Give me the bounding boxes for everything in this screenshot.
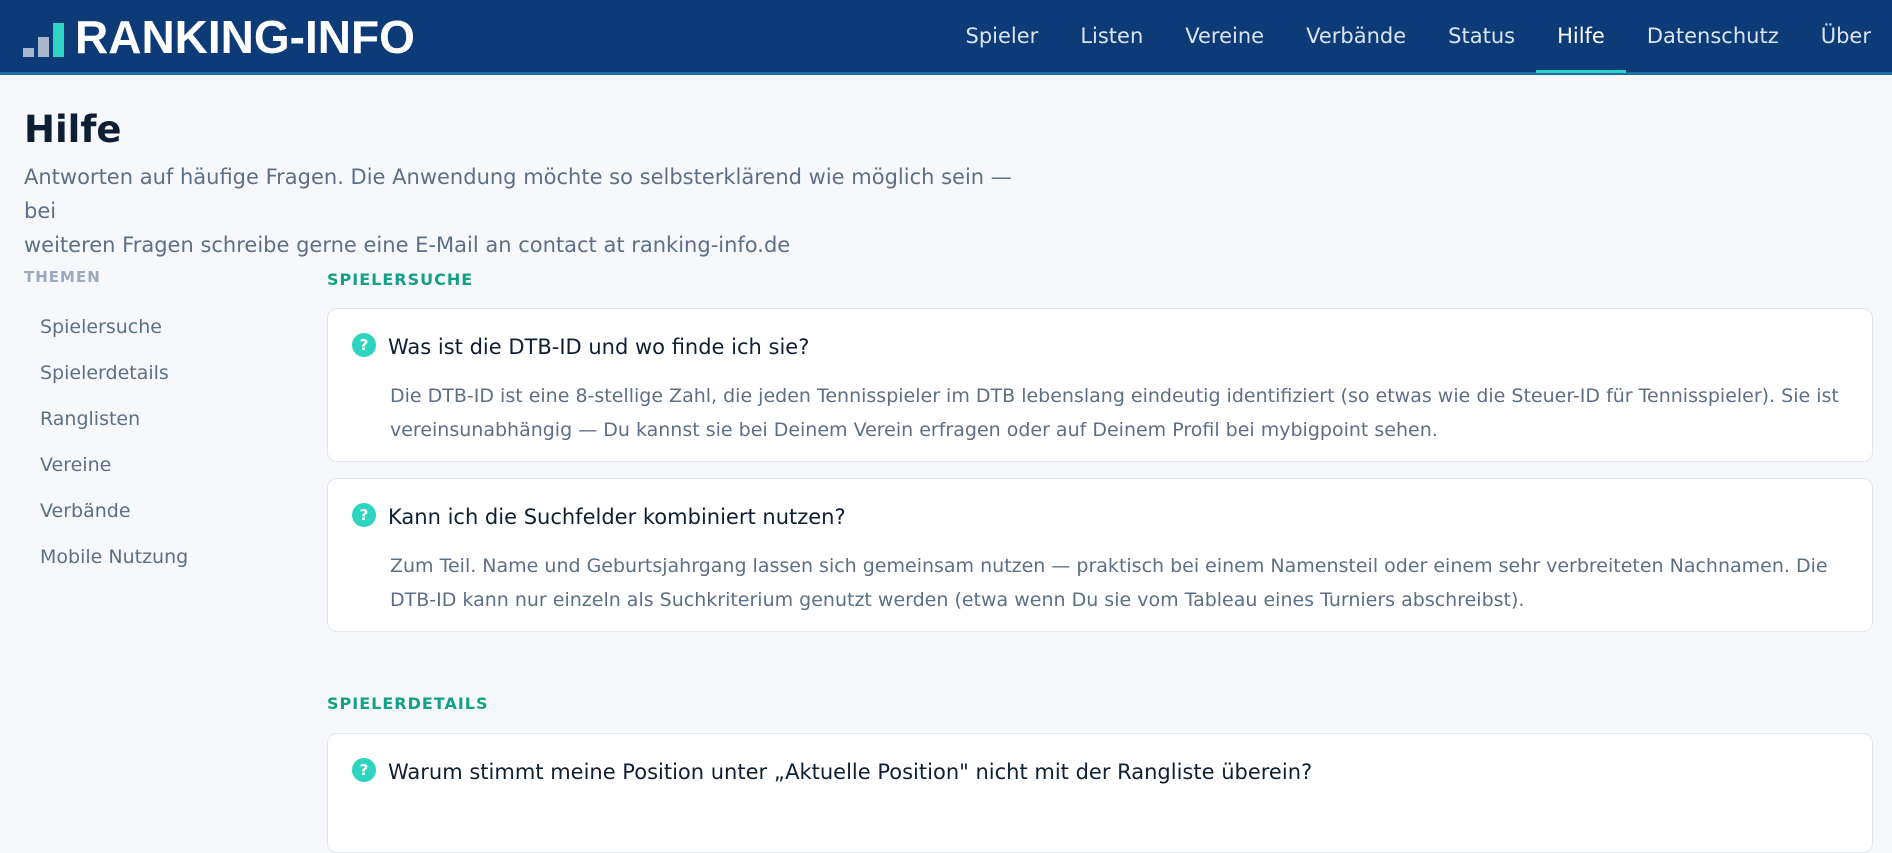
sidebar-heading: THEMEN	[24, 268, 101, 286]
faq-answer: Die DTB-ID ist eine 8-stellige Zahl, die…	[390, 385, 1839, 441]
question-icon: ?	[352, 758, 376, 782]
nav-ueber[interactable]: Über	[1800, 0, 1892, 72]
topic-link-vereine[interactable]: Vereine	[40, 442, 188, 488]
faq-question: Kann ich die Suchfelder kombiniert nutze…	[388, 505, 846, 529]
logo-text: RANKING-INFO	[75, 11, 415, 63]
site-logo[interactable]: RANKING-INFO	[23, 11, 415, 63]
topic-link-verbaende[interactable]: Verbände	[40, 488, 188, 534]
intro-line: weiteren Fragen schreibe gerne eine E-Ma…	[24, 233, 791, 257]
nav-vereine[interactable]: Vereine	[1164, 0, 1285, 72]
faq-card: ? Kann ich die Suchfelder kombiniert nut…	[327, 478, 1873, 632]
nav-hilfe[interactable]: Hilfe	[1536, 0, 1626, 73]
nav-datenschutz[interactable]: Datenschutz	[1626, 0, 1800, 72]
page-intro: Antworten auf häufige Fragen. Die Anwend…	[24, 160, 1024, 262]
question-icon: ?	[352, 503, 376, 527]
topic-link-spielerdetails[interactable]: Spielerdetails	[40, 350, 188, 396]
intro-line: Antworten auf häufige Fragen. Die Anwend…	[24, 165, 1012, 223]
faq-question: Warum stimmt meine Position unter „Aktue…	[388, 760, 1313, 784]
topic-link-spielersuche[interactable]: Spielersuche	[40, 304, 188, 350]
page-title: Hilfe	[24, 108, 122, 151]
topic-link-mobile-nutzung[interactable]: Mobile Nutzung	[40, 534, 188, 580]
nav-spieler[interactable]: Spieler	[945, 0, 1060, 72]
topic-link-ranglisten[interactable]: Ranglisten	[40, 396, 188, 442]
faq-card: ? Was ist die DTB-ID und wo finde ich si…	[327, 308, 1873, 462]
question-icon: ?	[352, 333, 376, 357]
nav-listen[interactable]: Listen	[1059, 0, 1164, 72]
bar-chart-logo-icon	[23, 23, 65, 59]
nav-verbaende[interactable]: Verbände	[1285, 0, 1427, 72]
top-navigation-bar: RANKING-INFO Spieler Listen Vereine Verb…	[0, 0, 1892, 75]
faq-answer: Zum Teil. Name und Geburtsjahrgang lasse…	[390, 555, 1828, 611]
faq-question: Was ist die DTB-ID und wo finde ich sie?	[388, 335, 810, 359]
section-label-spielersuche: SPIELERSUCHE	[327, 270, 474, 289]
nav-status[interactable]: Status	[1427, 0, 1536, 72]
topic-list: Spielersuche Spielerdetails Ranglisten V…	[40, 304, 188, 580]
section-label-spielerdetails: SPIELERDETAILS	[327, 694, 489, 713]
main-nav: Spieler Listen Vereine Verbände Status H…	[945, 0, 1892, 73]
faq-card: ? Warum stimmt meine Position unter „Akt…	[327, 733, 1873, 853]
